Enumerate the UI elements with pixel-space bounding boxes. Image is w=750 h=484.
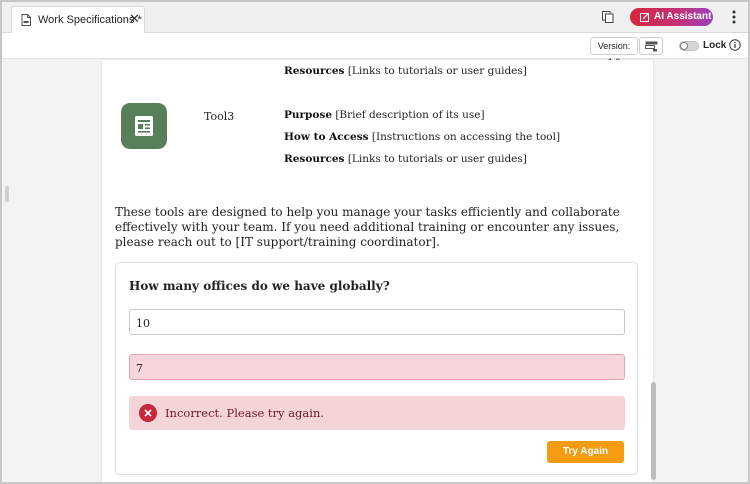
document-toolbar: Version: 1.0 Lock — [2, 33, 748, 67]
tool3-access-line: How to Access [Instructions on accessing… — [284, 131, 560, 143]
version-history-button[interactable] — [639, 37, 663, 55]
purpose-label: Purpose — [284, 109, 332, 121]
quiz-question: How many offices do we have globally? — [129, 279, 390, 293]
resources-label: Resources — [284, 65, 345, 77]
document-icon — [21, 14, 31, 26]
side-panel-handle[interactable] — [5, 186, 9, 202]
toggle-knob — [680, 42, 688, 50]
document-canvas: Resources [Links to tutorials or user gu… — [2, 60, 748, 482]
copy-icon[interactable] — [602, 11, 614, 23]
version-button[interactable]: Version: 1.0 — [590, 37, 638, 67]
try-again-button[interactable]: Try Again — [547, 441, 624, 463]
document-lines-icon — [135, 116, 153, 136]
tool3-purpose-line: Purpose [Brief description of its use] — [284, 109, 485, 121]
tab-title: Work Specifications * — [38, 14, 142, 26]
tool3-name: Tool3 — [204, 110, 235, 123]
error-message-box: Incorrect. Please try again. — [129, 396, 625, 430]
tab-work-specifications[interactable]: Work Specifications * ✕ — [11, 6, 145, 33]
access-text: [Instructions on accessing the tool] — [368, 131, 561, 143]
lock-toggle[interactable] — [679, 41, 699, 51]
tool3-resources-line: Resources [Links to tutorials or user gu… — [284, 153, 527, 165]
ai-assistant-button[interactable]: AI Assistant — [630, 8, 713, 26]
answer-option-selected-wrong[interactable]: 7 — [129, 354, 625, 380]
document-page: Resources [Links to tutorials or user gu… — [102, 60, 653, 482]
tools-paragraph: These tools are designed to help you man… — [115, 205, 620, 249]
previous-resources-line: Resources [Links to tutorials or user gu… — [284, 65, 527, 77]
close-icon[interactable]: ✕ — [129, 12, 140, 26]
ai-assistant-label: AI Assistant — [654, 11, 712, 22]
scrollbar-thumb[interactable] — [651, 382, 656, 480]
tool3-icon — [121, 103, 167, 149]
resources-text: [Links to tutorials or user guides] — [344, 65, 527, 77]
access-label: How to Access — [284, 131, 369, 143]
tab-bar: Work Specifications * ✕ AI Assistant — [2, 2, 748, 33]
error-x-icon — [139, 404, 157, 422]
purpose-text: [Brief description of its use] — [332, 109, 485, 121]
version-history-icon — [645, 41, 658, 52]
more-options-icon[interactable] — [732, 10, 736, 24]
info-icon[interactable] — [729, 39, 741, 51]
error-message: Incorrect. Please try again. — [165, 406, 325, 420]
app-window: Work Specifications * ✕ AI Assistant Ver… — [0, 0, 750, 484]
edit-sparkle-icon — [640, 13, 649, 22]
quiz-card: How many offices do we have globally? 10… — [115, 262, 638, 475]
resources-text: [Links to tutorials or user guides] — [344, 153, 527, 165]
answer-option[interactable]: 10 — [129, 309, 625, 335]
lock-label: Lock — [703, 40, 727, 51]
resources-label: Resources — [284, 153, 345, 165]
